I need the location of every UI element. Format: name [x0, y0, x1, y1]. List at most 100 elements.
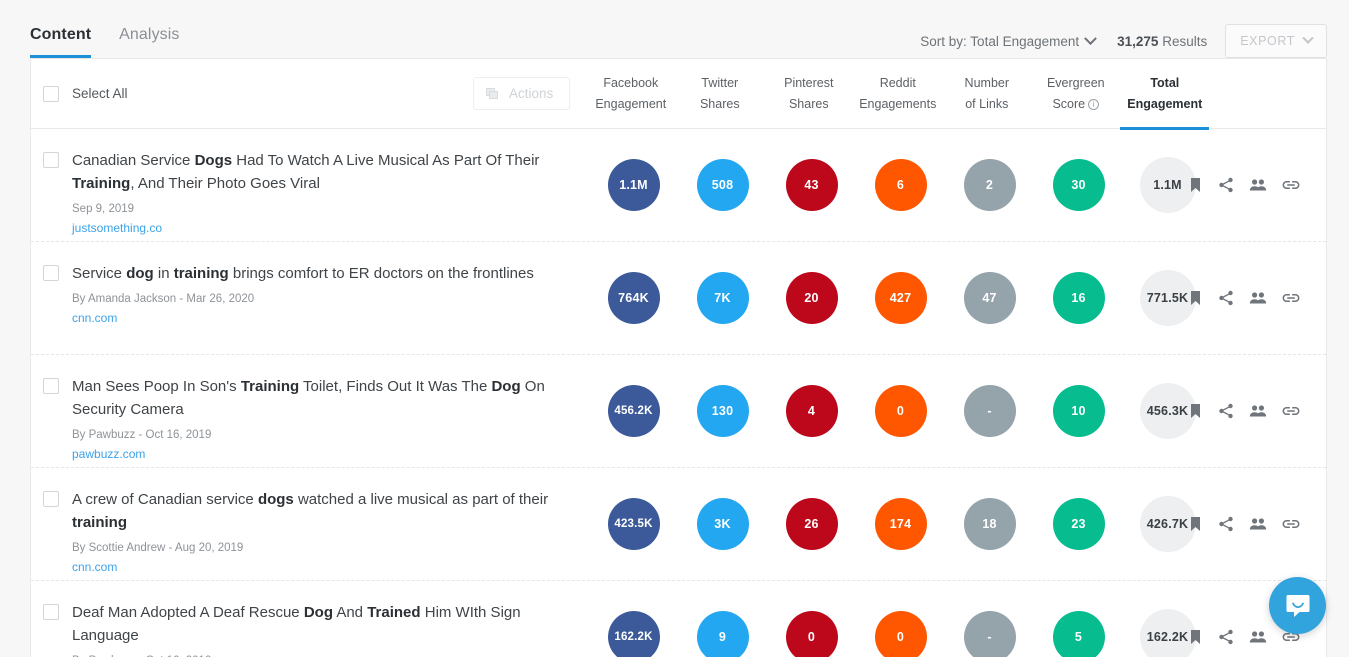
people-icon[interactable] [1249, 177, 1267, 193]
article-byline-date: By Scottie Andrew - Aug 20, 2019 [72, 541, 244, 554]
row-checkbox[interactable] [43, 264, 59, 281]
share-icon[interactable] [1218, 516, 1234, 532]
bookmark-icon[interactable] [1188, 290, 1203, 306]
column-header-facebook-engagement[interactable]: Facebook Engagement [586, 59, 675, 129]
row-checkbox[interactable] [43, 490, 59, 507]
metric-bubble-twitter-shares: 9 [696, 611, 749, 657]
article-domain-link[interactable]: pawbuzz.com [72, 447, 583, 461]
metric-bubble-evergreen-score: 5 [1052, 611, 1105, 657]
article-domain-link[interactable]: justsomething.co [72, 221, 583, 235]
article-byline-date: By Pawbuzz - Oct 16, 2019 [72, 428, 212, 441]
article-title[interactable]: Canadian Service Dogs Had To Watch A Liv… [72, 149, 583, 195]
metric-cell-reddit-engagements: 0 [856, 611, 945, 657]
metric-cell-evergreen-score: 16 [1034, 272, 1123, 324]
row-action-icons [1188, 177, 1300, 193]
article-domain-link[interactable]: cnn.com [72, 311, 534, 325]
metric-cell-pinterest-shares: 26 [767, 498, 856, 550]
metric-bubble-number-of-links: 18 [963, 498, 1016, 550]
column-header-line1: Total [1150, 75, 1180, 90]
column-header-line1: Evergreen [1046, 75, 1105, 90]
link-icon[interactable] [1282, 178, 1300, 192]
people-icon[interactable] [1249, 403, 1267, 419]
column-header-twitter-shares[interactable]: Twitter Shares [675, 59, 764, 129]
table-row[interactable]: Service dog in training brings comfort t… [31, 242, 1326, 355]
share-icon[interactable] [1218, 629, 1234, 645]
link-icon[interactable] [1282, 517, 1300, 531]
bookmark-icon[interactable] [1188, 629, 1203, 645]
actions-button[interactable]: Actions [473, 77, 571, 110]
metric-bubble-evergreen-score: 10 [1052, 385, 1105, 437]
article-byline-date: Sep 9, 2019 [72, 202, 135, 215]
bookmark-icon[interactable] [1188, 516, 1203, 532]
bookmark-icon[interactable] [1188, 177, 1203, 193]
column-header-total-engagement[interactable]: Total Engagement [1120, 59, 1210, 130]
article-title[interactable]: Deaf Man Adopted A Deaf Rescue Dog And T… [72, 601, 583, 647]
share-icon[interactable] [1218, 177, 1234, 193]
metric-cell-pinterest-shares: 4 [767, 385, 856, 437]
chat-launcher[interactable] [1269, 577, 1326, 634]
metric-cell-reddit-engagements: 6 [856, 159, 945, 211]
table-row[interactable]: Man Sees Poop In Son's Training Toilet, … [31, 355, 1326, 468]
sort-by-dropdown[interactable]: Sort by: Total Engagement [920, 31, 1098, 49]
row-metrics: 456.2K 130 4 0-10 456.3K [589, 383, 1212, 439]
content-table-card: Select All Actions Facebook Engagement T… [30, 58, 1327, 657]
row-action-icons [1188, 516, 1300, 532]
results-label: Results [1162, 33, 1208, 49]
row-text: A crew of Canadian service dogs watched … [72, 488, 589, 574]
article-title[interactable]: Man Sees Poop In Son's Training Toilet, … [72, 375, 583, 421]
people-icon[interactable] [1249, 516, 1267, 532]
link-icon[interactable] [1282, 291, 1300, 305]
people-icon[interactable] [1249, 290, 1267, 306]
metric-cell-number-of-links: 18 [945, 498, 1034, 550]
results-number: 31,275 [1117, 33, 1159, 49]
select-all-checkbox[interactable] [43, 85, 59, 102]
tab-analysis[interactable]: Analysis [119, 26, 179, 58]
chevron-down-icon [1302, 32, 1314, 44]
column-header-line1: Twitter [701, 75, 739, 90]
table-row[interactable]: A crew of Canadian service dogs watched … [31, 468, 1326, 581]
column-header-reddit-engagements[interactable]: Reddit Engagements [853, 59, 942, 129]
metric-bubble-reddit-engagements: 427 [874, 272, 927, 324]
column-header-number-of-links[interactable]: Number of Links [942, 59, 1031, 129]
actions-label: Actions [509, 86, 554, 101]
tab-content[interactable]: Content [30, 26, 92, 58]
share-icon[interactable] [1218, 403, 1234, 419]
article-title[interactable]: Service dog in training brings comfort t… [72, 262, 534, 285]
metric-bubble-facebook-engagement: 423.5K [607, 498, 660, 550]
table-row[interactable]: Deaf Man Adopted A Deaf Rescue Dog And T… [31, 581, 1326, 657]
article-title[interactable]: A crew of Canadian service dogs watched … [72, 488, 583, 534]
metric-bubble-facebook-engagement: 1.1M [607, 159, 660, 211]
column-header-line2: Shares [699, 96, 740, 111]
column-header-pinterest-shares[interactable]: Pinterest Shares [764, 59, 853, 129]
top-bar: Content Analysis Sort by: Total Engageme… [0, 0, 1349, 58]
export-button[interactable]: EXPORT [1225, 24, 1327, 58]
metric-cell-number-of-links: - [945, 611, 1034, 657]
select-all-label[interactable]: Select All [72, 86, 128, 101]
article-domain-link[interactable]: cnn.com [72, 560, 583, 574]
row-checkbox[interactable] [43, 151, 59, 168]
share-icon[interactable] [1218, 290, 1234, 306]
metric-bubble-twitter-shares: 3K [696, 498, 749, 550]
row-checkbox[interactable] [43, 603, 59, 620]
row-action-icons [1188, 629, 1300, 645]
chat-bubble-icon [1286, 594, 1309, 617]
metric-cell-facebook-engagement: 423.5K [589, 498, 678, 550]
column-header-evergreen-score[interactable]: Evergreen Score i [1031, 59, 1120, 129]
link-icon[interactable] [1282, 404, 1300, 418]
row-metrics: 764K 7K 20 427 47 16 771.5K [589, 270, 1212, 326]
column-header-line2: Shares [788, 96, 829, 111]
bookmark-icon[interactable] [1188, 403, 1203, 419]
table-header-row: Select All Actions Facebook Engagement T… [31, 59, 1326, 130]
metric-bubble-reddit-engagements: 6 [874, 159, 927, 211]
info-icon[interactable]: i [1088, 98, 1100, 110]
metric-bubble-evergreen-score: 23 [1052, 498, 1105, 550]
table-row[interactable]: Canadian Service Dogs Had To Watch A Liv… [31, 129, 1326, 242]
metric-cell-facebook-engagement: 162.2K [589, 611, 678, 657]
row-content: Man Sees Poop In Son's Training Toilet, … [31, 355, 589, 468]
row-text: Man Sees Poop In Son's Training Toilet, … [72, 375, 589, 461]
row-checkbox[interactable] [43, 377, 59, 394]
export-label: EXPORT [1240, 34, 1295, 48]
people-icon[interactable] [1249, 629, 1267, 645]
metric-cell-evergreen-score: 30 [1034, 159, 1123, 211]
metric-cell-pinterest-shares: 43 [767, 159, 856, 211]
